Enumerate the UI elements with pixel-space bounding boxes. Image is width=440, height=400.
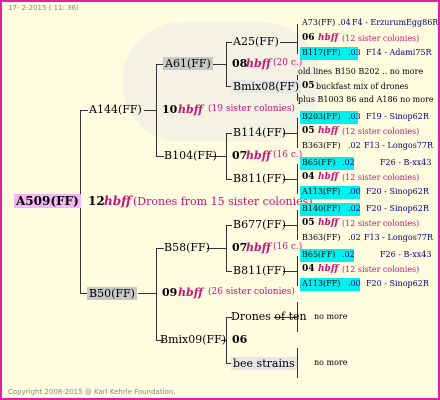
- fm-note: (16 c.): [273, 242, 303, 252]
- mm-queen[interactable]: A61(FF): [163, 57, 213, 70]
- no-more-label: no more: [314, 312, 348, 321]
- r11-name[interactable]: A113(FF): [302, 188, 340, 196]
- connector: [138, 293, 157, 294]
- r14-year: .02: [348, 233, 361, 242]
- mmf-year: 05: [302, 81, 315, 91]
- copyright: Copyright 2008-2015 @ Karl Kehrle Founda…: [8, 388, 176, 396]
- r7-note: (12 sister colonies): [342, 127, 420, 136]
- r1-year: .04: [338, 18, 351, 27]
- r8-year: .02: [348, 141, 361, 150]
- fmf-queen[interactable]: B811(FF): [233, 265, 286, 276]
- r15-name[interactable]: B65(FF): [302, 251, 335, 259]
- fff-strains: bee strains: [231, 357, 297, 370]
- r16-note: (12 sister colonies): [342, 265, 420, 274]
- r8-name[interactable]: B363(FF): [302, 142, 341, 150]
- mf-note: (16 c.): [273, 150, 303, 160]
- r13-year: 05: [302, 218, 315, 228]
- hbff-label: hbff: [318, 264, 339, 274]
- hbff-label: hbff: [318, 126, 339, 136]
- mf-queen[interactable]: B104(FF): [164, 150, 217, 161]
- r12-name[interactable]: B140(FF): [302, 205, 341, 213]
- root-year: 12: [88, 194, 105, 208]
- connector: [297, 24, 298, 54]
- r4-note: old lines B150 B202 .. no more: [298, 67, 424, 76]
- hbff-label: hbff: [246, 149, 271, 162]
- r10-note: (12 sister colonies): [342, 173, 420, 182]
- mmf-note: buckfast mix of drones: [316, 82, 409, 91]
- r3-location: F14 - Adami75R: [366, 48, 432, 57]
- root-queen[interactable]: A509(FF): [14, 194, 81, 208]
- r17-year: .00: [348, 279, 361, 288]
- hbff-label: hbff: [318, 172, 339, 182]
- connector: [280, 42, 298, 43]
- r5-note: plus B1003 86 and A186 no more: [298, 95, 434, 104]
- r6-location: F19 - Sinop62R: [366, 112, 429, 121]
- r11-location: F20 - Sinop62R: [366, 187, 429, 196]
- r1-name[interactable]: A73(FF): [302, 19, 335, 27]
- father-year: 09: [162, 286, 178, 299]
- hbff-label: hbff: [246, 57, 271, 70]
- mff-queen[interactable]: B811(FF): [233, 173, 286, 184]
- mother-year: 10: [162, 103, 178, 116]
- hbff-label: hbff: [318, 33, 339, 43]
- hbff-label: hbff: [178, 103, 203, 116]
- ff-queen[interactable]: Bmix09(FF): [160, 334, 226, 345]
- r12-year: .02: [348, 204, 361, 213]
- r7-year: 05: [302, 126, 315, 136]
- root-note: (Drones from 15 sister colonies): [133, 195, 313, 208]
- father-queen[interactable]: B50(FF): [87, 287, 137, 300]
- fmm-queen[interactable]: B677(FF): [233, 219, 286, 230]
- r12-location: F20 - Sinop62R: [366, 204, 429, 213]
- father-note: (26 sister colonies): [208, 287, 295, 297]
- r9-name[interactable]: B65(FF): [302, 159, 335, 167]
- r11-year: .00: [348, 187, 361, 196]
- connector: [226, 179, 232, 180]
- r6-name[interactable]: B203(FF): [302, 113, 341, 121]
- r10-year: 04: [302, 172, 315, 182]
- r3-year: .03: [348, 48, 361, 57]
- r1-location: F4 - ErzurumEgg86R: [352, 18, 439, 27]
- no-more-label: no more: [314, 358, 348, 367]
- connector: [226, 133, 232, 134]
- connector: [156, 248, 157, 340]
- r13-note: (12 sister colonies): [342, 219, 420, 228]
- r15-year: .02: [342, 250, 355, 259]
- r9-location: F26 - B-xx43: [380, 158, 432, 167]
- r17-name[interactable]: A113(FF): [302, 280, 340, 288]
- r9-year: .02: [342, 158, 355, 167]
- ffm-drones: Drones of ten: [231, 310, 307, 323]
- r14-name[interactable]: B363(FF): [302, 234, 341, 242]
- connector: [80, 110, 88, 111]
- pedigree-frame: 17- 2-2015 ( 11: 36) A509(FF) 12 hbff (D…: [0, 0, 440, 400]
- mmm-queen[interactable]: A25(FF): [233, 36, 279, 47]
- ff-year: 06: [232, 333, 248, 346]
- r2-note: (12 sister colonies): [342, 34, 420, 43]
- hbff-label: hbff: [246, 241, 271, 254]
- connector: [156, 156, 164, 157]
- connector: [226, 225, 232, 226]
- mmf-queen[interactable]: Bmix08(FF): [231, 80, 302, 93]
- connector: [144, 110, 157, 111]
- r15-location: F26 - B-xx43: [380, 250, 432, 259]
- r16-year: 04: [302, 264, 315, 274]
- connector: [207, 248, 227, 249]
- r6-year: .03: [348, 112, 361, 121]
- hbff-label: hbff: [178, 286, 203, 299]
- connector: [156, 248, 164, 249]
- fm-queen[interactable]: B58(FF): [164, 242, 210, 253]
- r3-name[interactable]: B117(FF): [302, 49, 341, 57]
- r14-location: F13 - Longos77R: [364, 233, 434, 242]
- connector: [226, 42, 232, 43]
- r8-location: F13 - Longos77R: [364, 141, 434, 150]
- mfm-queen[interactable]: B114(FF): [233, 127, 286, 138]
- mother-queen[interactable]: A144(FF): [89, 104, 142, 115]
- connector: [226, 271, 232, 272]
- mother-note: (19 sister colonies): [208, 104, 295, 114]
- r17-location: F20 - Sinop62R: [366, 279, 429, 288]
- hbff-label: hbff: [318, 218, 339, 228]
- r2-year: 06: [302, 33, 315, 43]
- timestamp: 17- 2-2015 ( 11: 36): [8, 4, 79, 12]
- hbff-label: hbff: [104, 194, 132, 208]
